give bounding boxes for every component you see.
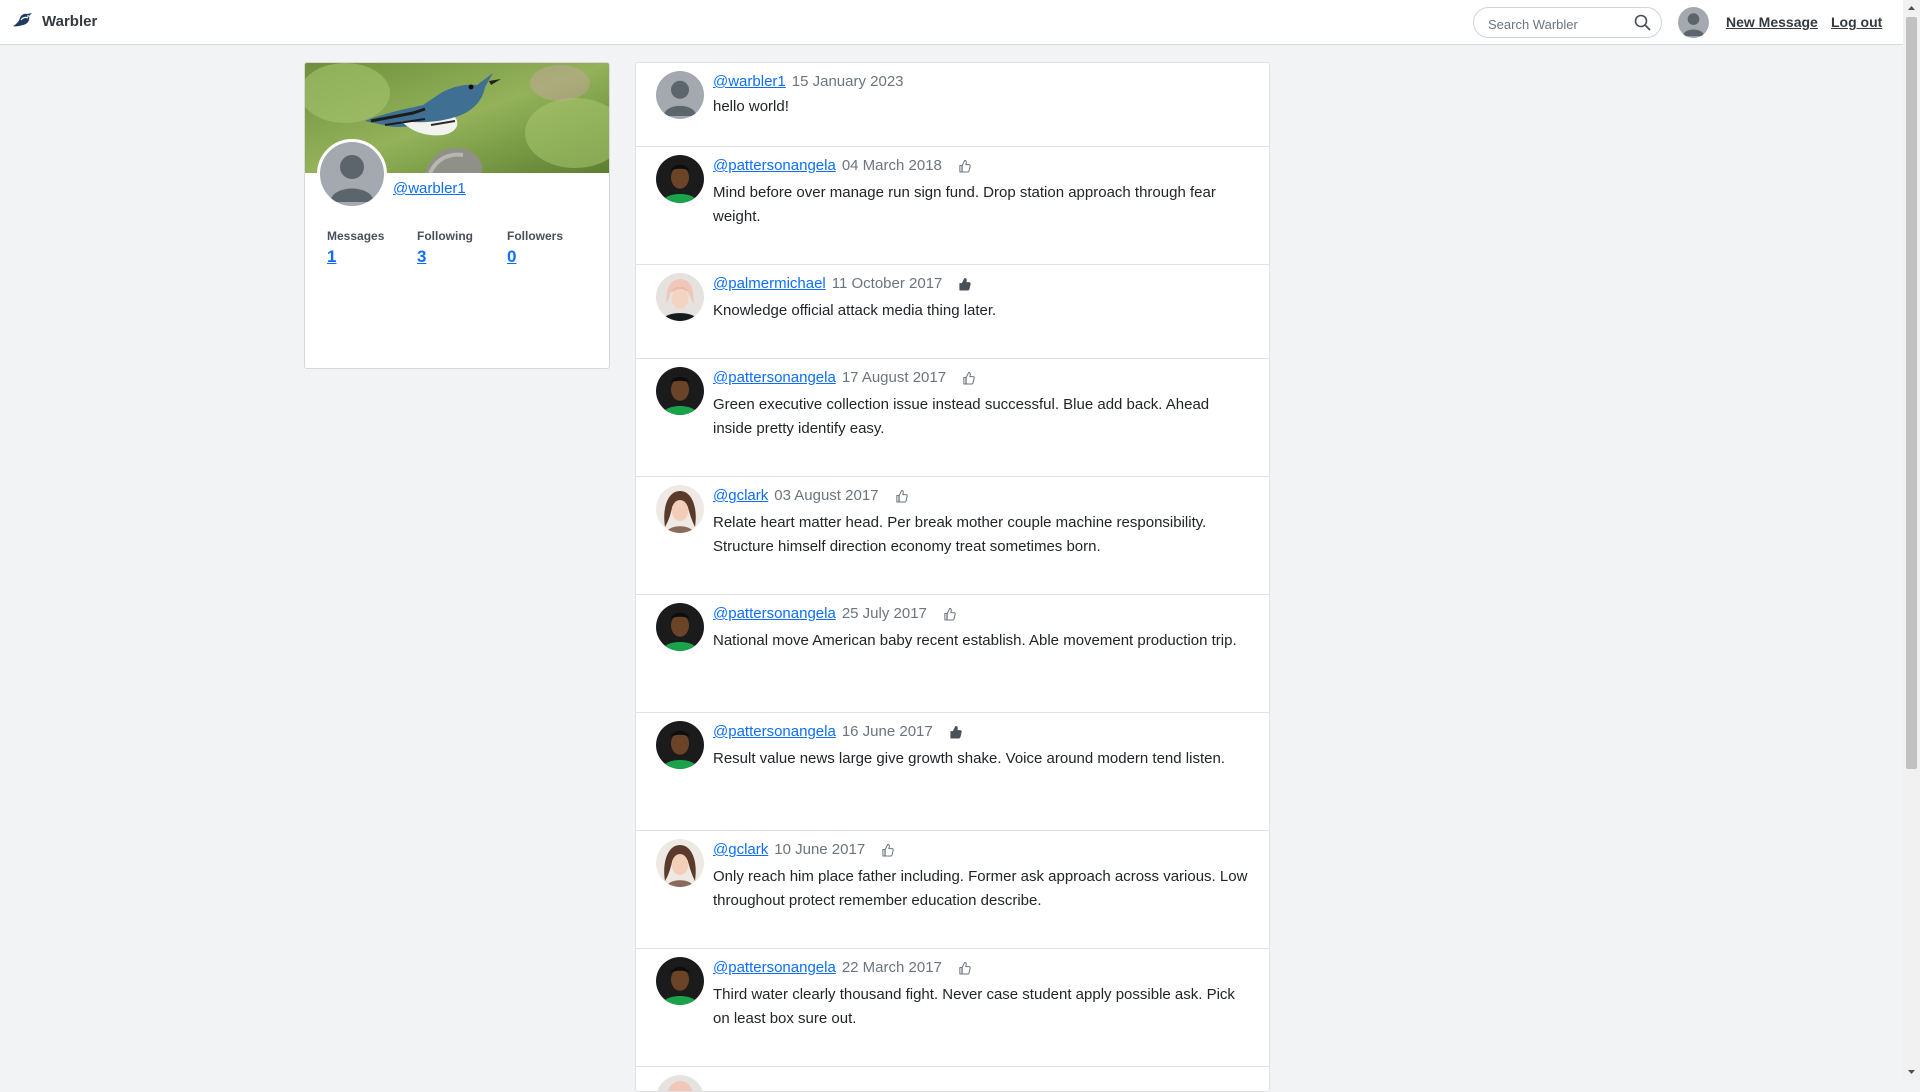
message-date: 10 June 2017	[774, 841, 866, 858]
profile-avatar[interactable]	[317, 139, 387, 209]
message-text: hello world!	[713, 98, 789, 115]
message-header: @warbler1 15 January 2023	[713, 73, 904, 90]
message-header: @pattersonangela 17 August 2017	[713, 369, 975, 386]
message-item: @pattersonangela 22 March 2017 Third wat…	[636, 949, 1269, 1067]
message-username-link[interactable]: @palmermichael	[713, 275, 826, 292]
stat-messages-count[interactable]: 1	[327, 247, 417, 267]
message-username-link[interactable]: @pattersonangela	[713, 723, 836, 740]
message-header: @pattersonangela 22 March 2017	[713, 959, 971, 976]
message-item: @pattersonangela 16 June 2017 Result val…	[636, 713, 1269, 831]
message-avatar[interactable]	[656, 839, 704, 887]
message-item: @palmermichael 11 October 2017 Knowledge…	[636, 265, 1269, 359]
message-text: Third water clearly thousand fight. Neve…	[713, 986, 1235, 1027]
profile-stats: Messages 1 Following 3 Followers 0	[327, 229, 597, 267]
message-date: 22 March 2017	[841, 959, 942, 976]
message-item: @pattersonangela 25 July 2017 National m…	[636, 595, 1269, 713]
search-icon[interactable]	[1634, 14, 1651, 36]
like-filled-icon[interactable]	[949, 725, 962, 739]
message-feed: @warbler1 15 January 2023 hello world! @…	[635, 62, 1270, 1092]
message-avatar[interactable]	[656, 721, 704, 769]
stat-following-label: Following	[417, 229, 473, 243]
like-outline-icon[interactable]	[958, 961, 971, 975]
page-scrollbar[interactable]	[1903, 0, 1920, 1080]
message-date: 15 January 2023	[791, 73, 904, 90]
stat-followers-label: Followers	[507, 229, 564, 243]
top-navbar: Warbler New Message Log out	[0, 0, 1903, 45]
message-username-link[interactable]: @pattersonangela	[713, 605, 836, 622]
stat-messages: Messages 1	[327, 229, 417, 267]
profile-card: @warbler1 Messages 1 Following 3 Followe…	[304, 62, 610, 369]
message-avatar[interactable]	[656, 155, 704, 203]
message-date: 25 July 2017	[841, 605, 927, 622]
message-avatar[interactable]	[656, 485, 704, 533]
message-item: @pattersonangela 17 August 2017 Green ex…	[636, 359, 1269, 477]
message-item: @gclark 10 June 2017 Only reach him plac…	[636, 831, 1269, 949]
message-date: 03 August 2017	[774, 487, 879, 504]
message-header: @pattersonangela 25 July 2017	[713, 605, 956, 622]
message-avatar[interactable]	[656, 957, 704, 1005]
message-avatar[interactable]	[656, 1075, 704, 1091]
message-username-link[interactable]: @pattersonangela	[713, 157, 836, 174]
like-outline-icon[interactable]	[962, 371, 975, 385]
like-outline-icon[interactable]	[958, 159, 971, 173]
message-date: 17 August 2017	[841, 369, 947, 386]
message-header: @gclark 03 August 2017	[713, 487, 908, 504]
brand-link[interactable]: Warbler	[12, 12, 97, 30]
like-outline-icon[interactable]	[881, 843, 894, 857]
message-username-link[interactable]: @pattersonangela	[713, 959, 836, 976]
stat-messages-label: Messages	[327, 229, 385, 243]
user-avatar[interactable]	[1678, 7, 1709, 38]
message-text: Knowledge official attack media thing la…	[713, 302, 997, 319]
warbler-bird-icon	[13, 13, 32, 27]
message-item: @warbler1 15 January 2023 hello world!	[636, 63, 1269, 147]
message-item: @gclark 03 August 2017 Relate heart matt…	[636, 477, 1269, 595]
search-box	[1473, 7, 1662, 38]
message-text: Green executive collection issue instead…	[713, 396, 1210, 437]
message-text: Mind before over manage run sign fund. D…	[713, 184, 1216, 225]
message-username-link[interactable]: @pattersonangela	[713, 369, 836, 386]
search-input[interactable]	[1486, 13, 1630, 35]
new-message-link[interactable]: New Message	[1726, 14, 1818, 30]
scrollbar-thumb[interactable]	[1906, 17, 1917, 769]
message-text: Result value news large give growth shak…	[713, 750, 1225, 767]
message-avatar[interactable]	[656, 273, 704, 321]
message-username-link[interactable]: @warbler1	[713, 73, 786, 90]
profile-handle-link[interactable]: @warbler1	[393, 180, 466, 197]
message-avatar[interactable]	[656, 71, 704, 119]
message-header: @palmermichael 11 October 2017	[713, 275, 972, 292]
message-avatar[interactable]	[656, 367, 704, 415]
message-date: 16 June 2017	[841, 723, 933, 740]
message-avatar[interactable]	[656, 603, 704, 651]
message-text: Relate heart matter head. Per break moth…	[713, 514, 1207, 555]
scroll-up-arrow-icon[interactable]	[1903, 0, 1920, 17]
stat-following-count[interactable]: 3	[417, 247, 507, 267]
brand-name: Warbler	[42, 12, 98, 30]
logout-link[interactable]: Log out	[1831, 14, 1882, 30]
message-date: 11 October 2017	[831, 275, 943, 292]
message-item: @pattersonangela 04 March 2018 Mind befo…	[636, 147, 1269, 265]
message-username-link[interactable]: @gclark	[713, 841, 768, 858]
message-username-link[interactable]: @gclark	[713, 487, 768, 504]
message-text: National move American baby recent estab…	[713, 632, 1237, 649]
message-header: @pattersonangela 04 March 2018	[713, 157, 971, 174]
like-filled-icon[interactable]	[958, 277, 972, 291]
message-text: Only reach him place father including. F…	[713, 868, 1248, 909]
scroll-down-arrow-icon[interactable]	[1903, 1063, 1920, 1080]
like-outline-icon[interactable]	[943, 607, 956, 621]
stat-following: Following 3	[417, 229, 507, 267]
message-date: 04 March 2018	[841, 157, 942, 174]
stat-followers-count[interactable]: 0	[507, 247, 597, 267]
message-header: @gclark 10 June 2017	[713, 841, 894, 858]
like-outline-icon[interactable]	[895, 489, 908, 503]
stat-followers: Followers 0	[507, 229, 597, 267]
message-header: @pattersonangela 16 June 2017	[713, 723, 962, 740]
